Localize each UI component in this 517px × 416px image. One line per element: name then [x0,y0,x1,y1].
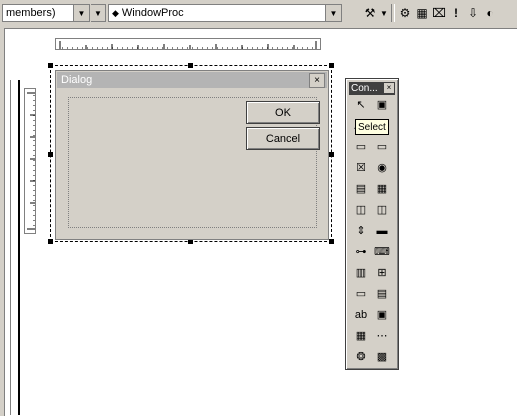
editor-left-border-dark [18,80,20,415]
class-members-dropdown-button[interactable]: ▼ [91,4,106,22]
resize-handle[interactable] [48,152,53,157]
animate-icon[interactable]: ▤ [374,286,390,302]
slider-icon[interactable]: ⊶ [353,244,369,260]
wizard-toolbar: ⚒ ▼ ⚙ ▦ ⌧ ! ⇩ ◐ [363,3,497,23]
resize-handle[interactable] [329,152,334,157]
wizard-bar: members) ▼ ▼ ◆ WindowProc ▼ ⚒ ▼ ⚙ ▦ ⌧ ! … [0,0,517,26]
toolbox-title-bar[interactable]: Con... × [349,82,395,95]
resize-handle[interactable] [329,239,334,244]
select-pointer-icon[interactable]: ↖ [353,97,369,113]
ip-address-icon[interactable]: ⋯ [374,328,390,344]
check-box-icon[interactable]: ☒ [353,160,369,176]
resize-handle[interactable] [48,239,53,244]
resize-handle[interactable] [329,63,334,68]
build-icon[interactable]: ▦ [415,6,429,20]
select-tooltip: Select [355,119,389,135]
cancel-button[interactable]: Cancel [246,127,320,150]
compile-icon[interactable]: ⚙ [398,6,412,20]
resize-handle[interactable] [48,63,53,68]
toolbox-title: Con... [351,83,378,94]
toolbar-separator [391,4,395,22]
tree-control-icon[interactable]: ⊞ [374,265,390,281]
class-members-combo-value: members) [6,7,56,19]
go-icon[interactable]: ⇩ [466,6,480,20]
class-members-combo[interactable]: members) ▼ [2,4,90,22]
list-control-icon[interactable]: ▥ [353,265,369,281]
chevron-down-icon[interactable]: ▼ [325,5,341,21]
ok-button[interactable]: OK [246,101,320,124]
chevron-down-icon: ▼ [91,5,105,21]
execute-icon[interactable]: ! [449,6,463,20]
combo-box-icon[interactable]: ▤ [353,181,369,197]
vertical-scrollbar-icon[interactable]: ◫ [374,202,390,218]
horizontal-ruler[interactable] [55,38,321,50]
extended-combo-icon[interactable]: ▩ [374,349,390,365]
close-icon[interactable]: × [384,83,394,93]
wizard-action-icon[interactable]: ⚒ [363,6,377,20]
list-box-icon[interactable]: ▦ [374,181,390,197]
tab-control-icon[interactable]: ▭ [353,286,369,302]
radio-button-icon[interactable]: ◉ [374,160,390,176]
chevron-down-icon[interactable]: ▼ [380,6,388,20]
horizontal-scrollbar-icon[interactable]: ◫ [353,202,369,218]
button-icon[interactable]: ▭ [374,139,390,155]
breakpoint-icon[interactable]: ◐ [483,6,497,20]
custom-control-icon[interactable]: ❂ [353,349,369,365]
dialog-title-bar[interactable]: Dialog × [57,72,327,88]
method-icon: ◆ [112,7,119,18]
rich-edit-icon[interactable]: ab [353,307,369,323]
dialog-title: Dialog [61,74,93,86]
resize-handle[interactable] [188,63,193,68]
progress-icon[interactable]: ▬ [374,223,390,239]
chevron-down-icon[interactable]: ▼ [73,5,89,21]
dialog-preview[interactable]: Dialog × OK Cancel [55,70,329,240]
spin-icon[interactable]: ⇕ [353,223,369,239]
function-combo-value: WindowProc [121,7,184,19]
month-calendar-icon[interactable]: ▦ [353,328,369,344]
picture-control-icon[interactable]: ▣ [374,97,390,113]
stop-build-icon[interactable]: ⌧ [432,6,446,20]
close-icon[interactable]: × [309,73,325,88]
hotkey-icon[interactable]: ⌨ [374,244,390,260]
editor-left-border [10,80,11,415]
date-time-picker-icon[interactable]: ▣ [374,307,390,323]
vertical-ruler[interactable] [24,88,36,234]
group-box-icon[interactable]: ▭ [353,139,369,155]
function-combo[interactable]: ◆ WindowProc ▼ [108,4,342,22]
